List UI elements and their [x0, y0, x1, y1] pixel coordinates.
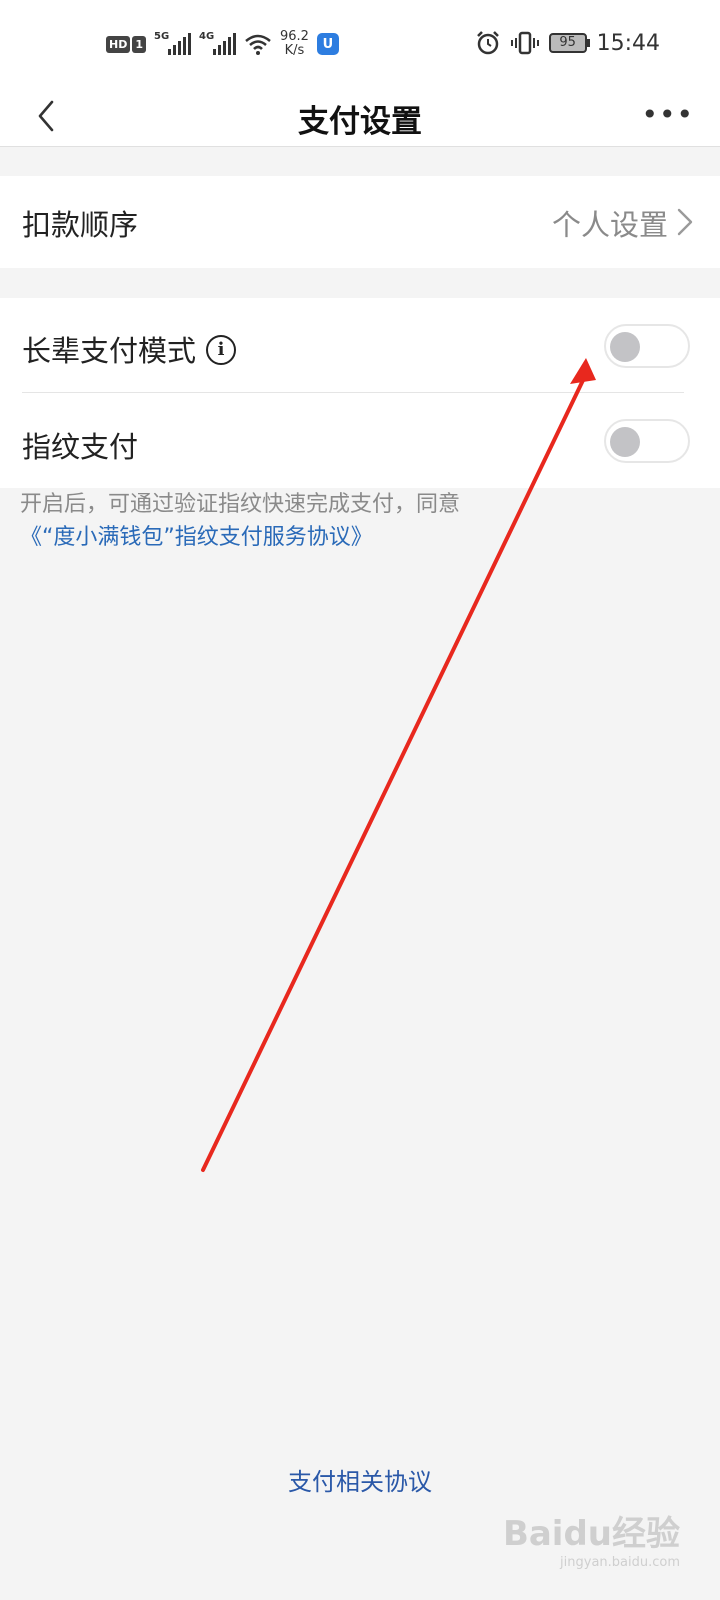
clock: 15:44	[596, 30, 660, 56]
page-title: 支付设置	[298, 104, 422, 140]
info-icon[interactable]: i	[206, 335, 237, 365]
deduction-order-row[interactable]: 扣款顺序 个人设置	[0, 176, 720, 268]
signal-5g-icon: 5G	[154, 31, 191, 55]
fingerprint-agreement-link[interactable]: 《“度小满钱包”指纹支付服务协议》	[20, 521, 460, 554]
chevron-right-icon	[677, 208, 693, 236]
fingerprint-label: 指纹支付	[22, 430, 139, 464]
baidu-jingyan-watermark: Baidu经验 jingyan.baidu.com	[502, 1514, 680, 1570]
signal-4g-icon: 4G	[199, 31, 236, 55]
network-speed: 96.2 K/s	[280, 29, 309, 58]
alarm-icon	[476, 31, 499, 55]
more-options-icon[interactable]: •••	[641, 101, 694, 129]
battery-icon: 95	[548, 33, 590, 53]
fingerprint-note: 开启后，可通过验证指纹快速完成支付，同意 《“度小满钱包”指纹支付服务协议》	[20, 488, 460, 554]
toggle-knob	[610, 332, 640, 362]
status-bar: HD 1 5G 4G 96.2 K/s U 95 15:44	[0, 0, 720, 90]
vibrate-icon	[510, 31, 539, 55]
elder-mode-toggle[interactable]	[604, 324, 690, 368]
app-notification-icon: U	[316, 33, 339, 55]
nav-header: 支付设置 •••	[0, 90, 720, 147]
toggle-knob	[610, 427, 640, 457]
deduction-order-value: 个人设置	[551, 208, 668, 242]
hd-badge: HD 1	[106, 35, 146, 53]
wifi-icon	[245, 34, 271, 55]
payment-agreements-link[interactable]: 支付相关协议	[0, 1462, 720, 1497]
divider	[22, 392, 684, 393]
fingerprint-toggle[interactable]	[604, 419, 690, 463]
payment-options-card: 长辈支付模式 i 指纹支付	[0, 298, 720, 488]
elder-mode-label: 长辈支付模式 i	[22, 328, 237, 370]
deduction-order-label: 扣款顺序	[22, 208, 139, 242]
note-text: 开启后，可通过验证指纹快速完成支付，同意	[20, 492, 461, 517]
